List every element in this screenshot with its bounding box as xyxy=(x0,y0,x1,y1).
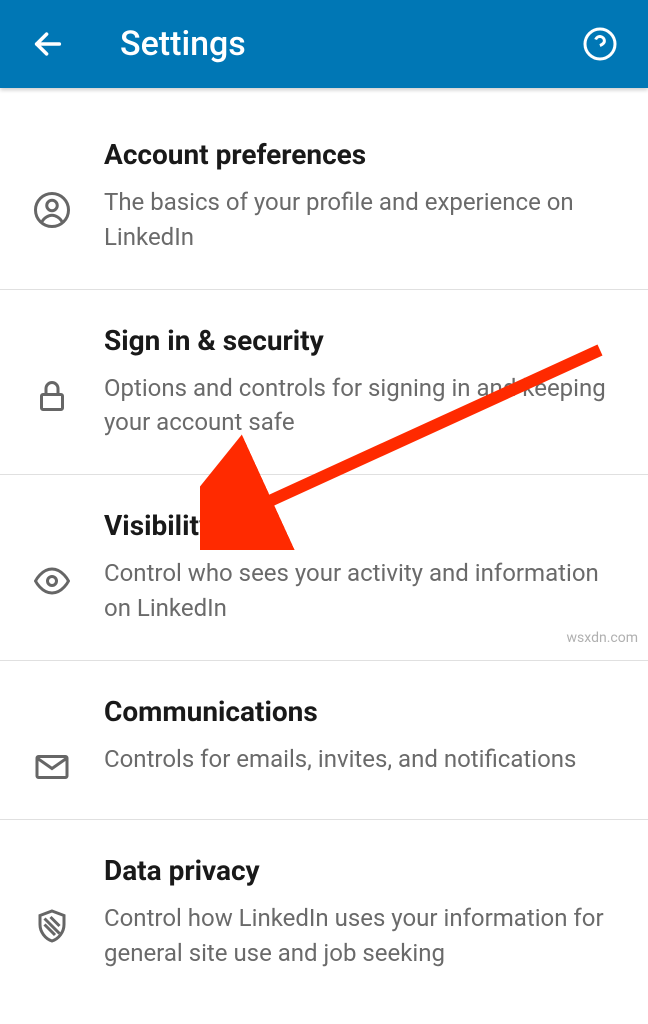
section-description: Controls for emails, invites, and notifi… xyxy=(104,742,624,777)
settings-list: Account preferences The basics of your p… xyxy=(0,88,648,1004)
icon-column xyxy=(16,854,88,971)
section-description: The basics of your profile and experienc… xyxy=(104,185,624,255)
page-title: Settings xyxy=(120,24,576,64)
back-button[interactable] xyxy=(24,20,72,68)
section-title: Sign in & security xyxy=(104,324,624,357)
profile-icon xyxy=(34,192,70,228)
text-column: Data privacy Control how LinkedIn uses y… xyxy=(88,854,624,971)
section-title: Communications xyxy=(104,695,624,728)
section-account-preferences[interactable]: Account preferences The basics of your p… xyxy=(0,88,648,290)
help-icon xyxy=(582,26,618,62)
icon-column xyxy=(16,695,88,785)
text-column: Sign in & security Options and controls … xyxy=(88,324,624,441)
section-visibility[interactable]: Visibility Control who sees your activit… xyxy=(0,475,648,661)
section-title: Visibility xyxy=(104,509,624,542)
section-title: Account preferences xyxy=(104,138,624,171)
eye-icon xyxy=(34,563,70,599)
section-description: Options and controls for signing in and … xyxy=(104,371,624,441)
section-sign-in-security[interactable]: Sign in & security Options and controls … xyxy=(0,290,648,476)
section-communications[interactable]: Communications Controls for emails, invi… xyxy=(0,661,648,820)
help-button[interactable] xyxy=(576,20,624,68)
icon-column xyxy=(16,138,88,255)
section-data-privacy[interactable]: Data privacy Control how LinkedIn uses y… xyxy=(0,820,648,1005)
section-description: Control how LinkedIn uses your informati… xyxy=(104,901,624,971)
lock-icon xyxy=(34,378,70,414)
back-arrow-icon xyxy=(31,27,65,61)
text-column: Account preferences The basics of your p… xyxy=(88,138,624,255)
section-description: Control who sees your activity and infor… xyxy=(104,556,624,626)
text-column: Communications Controls for emails, invi… xyxy=(88,695,624,785)
text-column: Visibility Control who sees your activit… xyxy=(88,509,624,626)
app-header: Settings xyxy=(0,0,648,88)
icon-column xyxy=(16,509,88,626)
email-icon xyxy=(34,749,70,785)
section-title: Data privacy xyxy=(104,854,624,887)
icon-column xyxy=(16,324,88,441)
shield-icon xyxy=(34,908,70,944)
